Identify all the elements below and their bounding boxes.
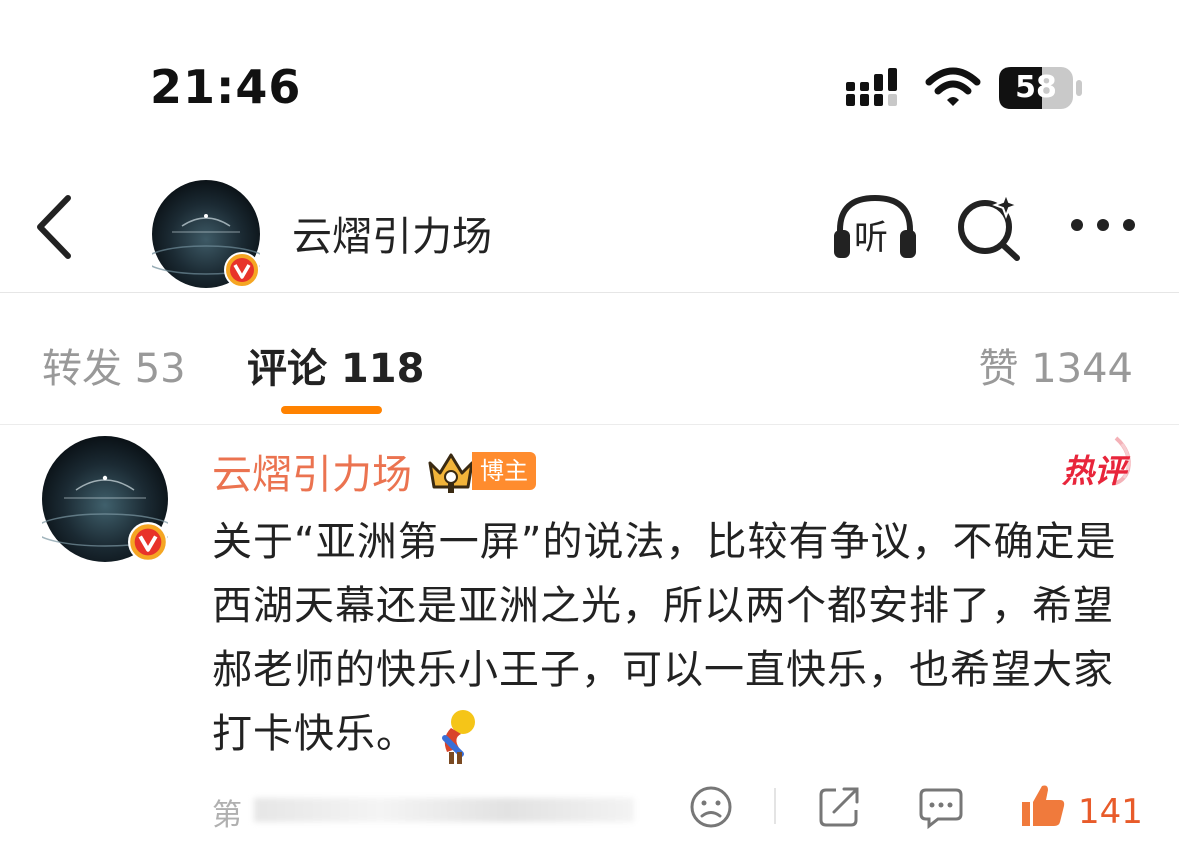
- blurred-meta: [254, 798, 634, 822]
- tab-like[interactable]: 赞 1344: [978, 336, 1133, 394]
- status-bar: 21:46 58: [0, 0, 1179, 150]
- listen-icon[interactable]: 听: [832, 192, 918, 262]
- emoji-icon: [441, 710, 475, 764]
- battery-level: 58: [1015, 70, 1057, 105]
- like-icon[interactable]: [1018, 780, 1068, 830]
- dislike-face-icon[interactable]: [688, 784, 734, 830]
- comment-footer: 第 141: [212, 780, 1152, 840]
- tab-bar: 转发 53 评论 118 赞 1344: [0, 294, 1179, 425]
- battery-icon: 58: [998, 66, 1084, 110]
- reply-icon[interactable]: [918, 784, 964, 830]
- verified-icon: [128, 522, 168, 562]
- page-title[interactable]: 云熠引力场: [292, 204, 492, 262]
- author-badge: 博主: [472, 452, 536, 490]
- crown-icon: [428, 453, 474, 493]
- hot-label: 热评: [1062, 452, 1127, 490]
- like-count: 141: [1078, 792, 1143, 832]
- hot-comment-badge: 热评: [1058, 432, 1138, 492]
- share-icon[interactable]: [816, 784, 862, 830]
- comment-header: 云熠引力场 博主: [212, 446, 536, 498]
- comment-author[interactable]: 云熠引力场: [212, 442, 412, 500]
- back-icon[interactable]: [30, 192, 80, 262]
- comment-avatar[interactable]: [34, 436, 176, 562]
- wifi-icon: [925, 67, 981, 106]
- comment-body: 关于“亚洲第一屏”的说法，比较有争议，不确定是西湖天幕还是亚洲之光，所以两个都安…: [212, 519, 1117, 757]
- signal-icon: [846, 68, 897, 106]
- tab-repost[interactable]: 转发 53: [42, 336, 186, 394]
- divider: [774, 788, 776, 824]
- more-icon[interactable]: [1068, 200, 1138, 250]
- status-time: 21:46: [150, 60, 302, 114]
- tab-comment[interactable]: 评论 118: [247, 336, 424, 394]
- comment-meta: 第: [212, 798, 242, 833]
- comment-item: 云熠引力场 博主 热评 关于“亚洲第一屏”的说法，比较有争议，不确定是西湖天幕还…: [0, 426, 1179, 846]
- comment-text: 关于“亚洲第一屏”的说法，比较有争议，不确定是西湖天幕还是亚洲之光，所以两个都安…: [212, 510, 1132, 766]
- nav-bar: 云熠引力场 听: [0, 170, 1179, 293]
- listen-label: 听: [854, 218, 888, 258]
- search-ai-icon[interactable]: [954, 192, 1024, 262]
- verified-icon: [224, 252, 260, 288]
- tab-active-indicator: [281, 406, 382, 414]
- avatar[interactable]: [145, 180, 267, 288]
